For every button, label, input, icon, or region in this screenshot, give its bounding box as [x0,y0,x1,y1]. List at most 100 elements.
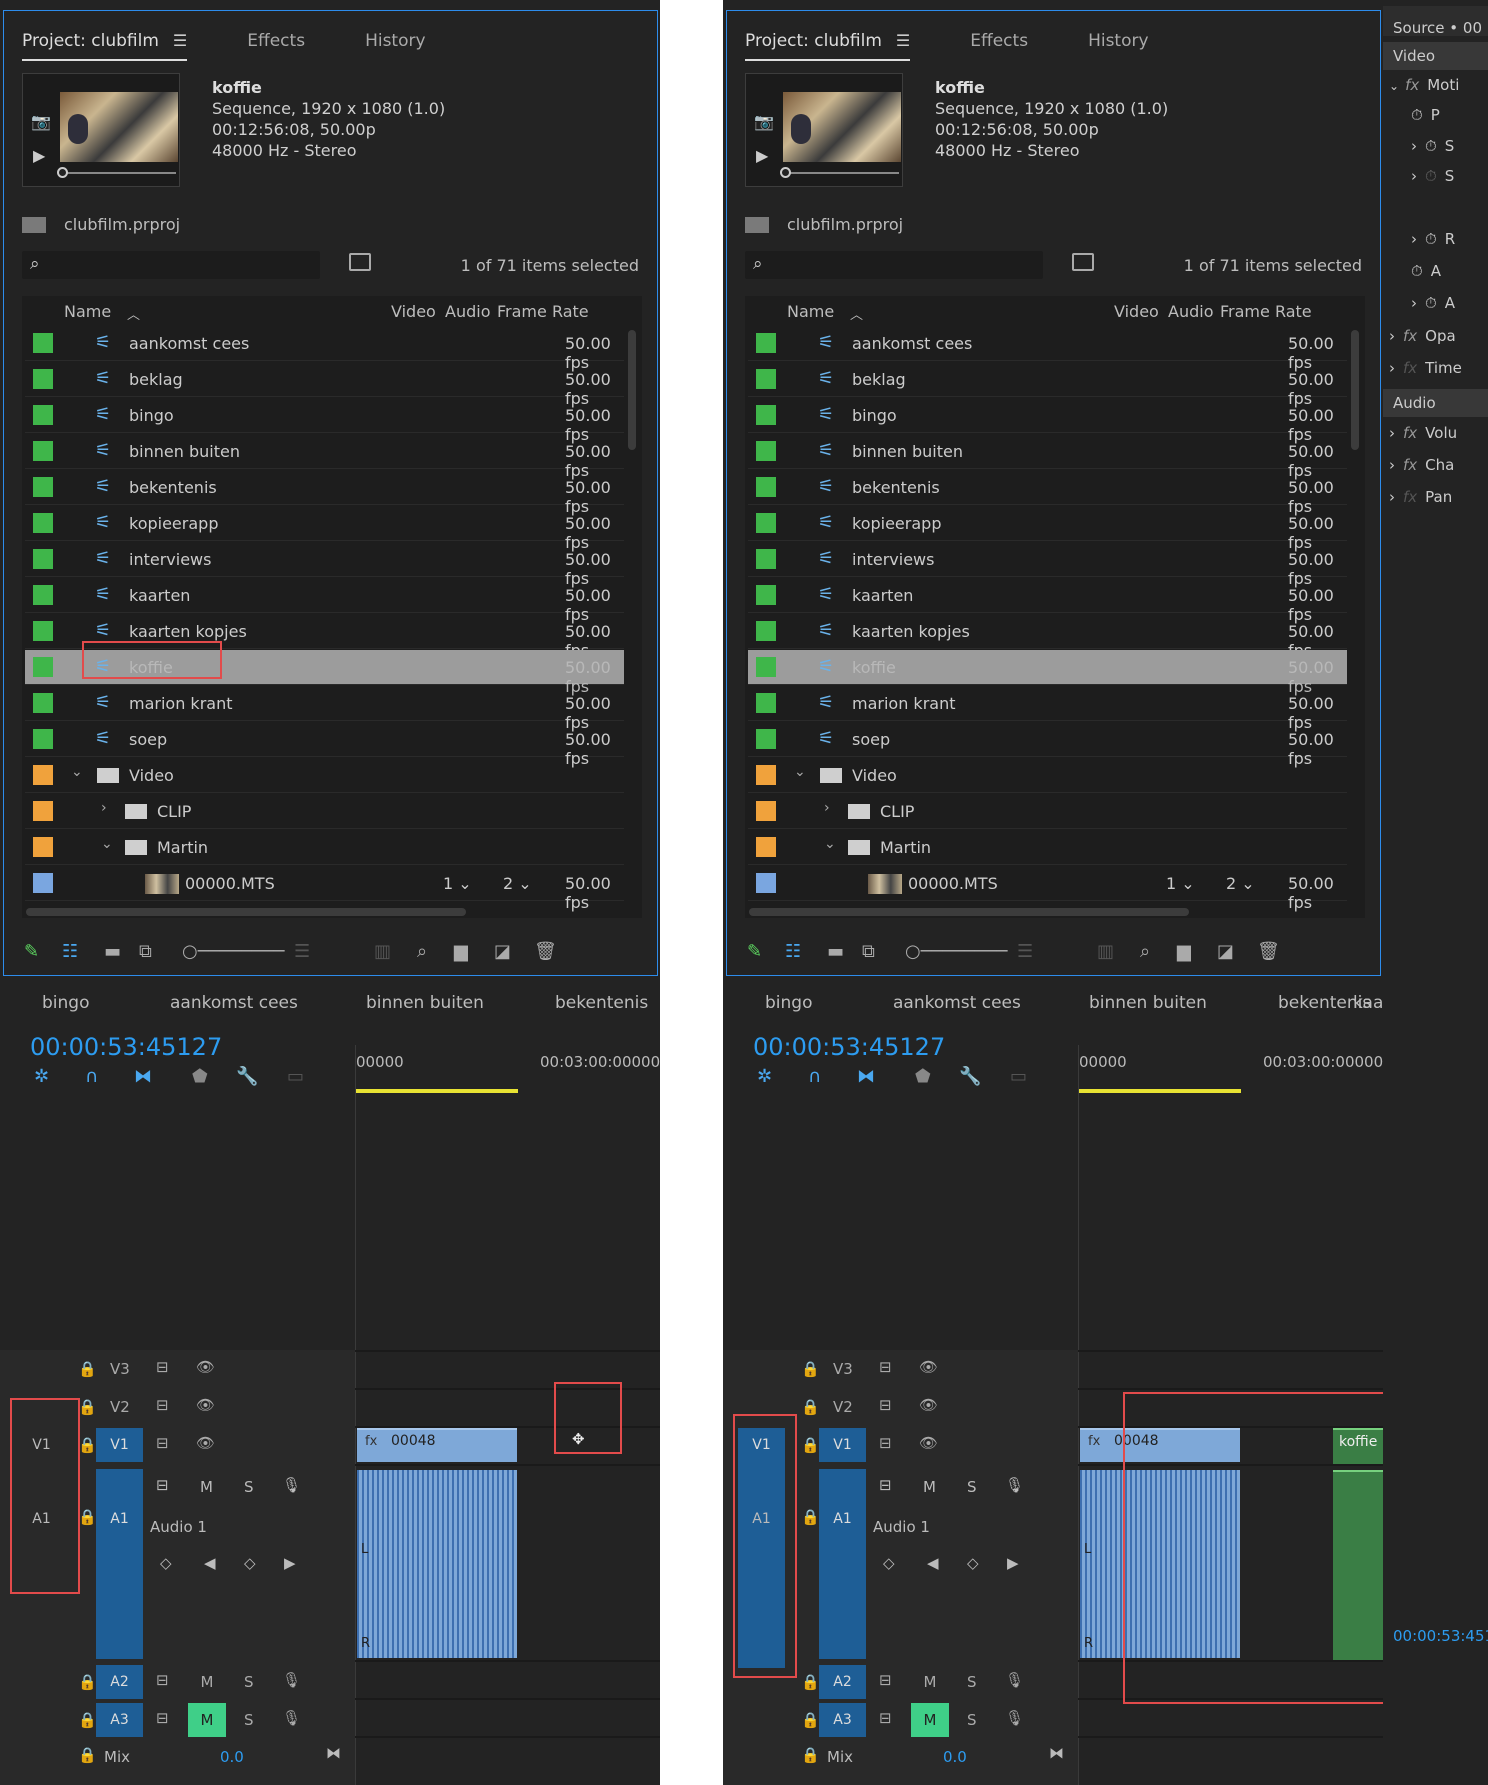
lock-icon[interactable]: 🔒 [801,1398,820,1416]
sync-lock-icon[interactable]: ⊟ [879,1358,892,1376]
label-color-swatch[interactable] [33,585,53,605]
list-item[interactable]: ⚟ marion krant 50.00 fps [748,686,1347,732]
microphone-icon[interactable]: 🎙 [282,1476,301,1494]
list-item[interactable]: ⚟ bingo 50.00 fps [748,398,1347,444]
chevron-right-icon[interactable]: › [101,800,107,816]
track-target-a1[interactable] [96,1469,143,1659]
label-color-swatch[interactable] [756,801,776,821]
label-color-swatch[interactable] [33,873,53,893]
label-color-swatch[interactable] [33,621,53,641]
sync-lock-icon[interactable]: ⊟ [156,1434,169,1452]
track-label[interactable]: V3 [833,1360,853,1378]
play-icon[interactable]: ▶ [756,146,768,165]
label-color-swatch[interactable] [756,585,776,605]
mix-volume[interactable]: 0.0 [220,1748,244,1766]
next-keyframe-icon[interactable]: ▶ [284,1554,296,1572]
linked-selection-icon[interactable]: ⧓ [857,1066,875,1087]
eye-icon[interactable]: 👁 [919,1358,938,1376]
col-frame-rate[interactable]: Frame Rate [1220,302,1312,321]
stopwatch-icon[interactable]: ⏱ [1411,106,1423,124]
effect-motion[interactable]: ⌄ fx Moti [1389,76,1459,94]
prev-keyframe-icon[interactable]: ◀ [927,1554,939,1572]
col-name[interactable]: Name [787,302,834,321]
freeform-view-icon[interactable]: ⧉ [139,941,152,962]
hamburger-menu-icon[interactable]: ☰ [173,31,187,50]
lock-icon[interactable]: 🔒 [78,1360,97,1378]
pencil-icon[interactable]: ✎ [747,941,762,962]
find-bin-icon[interactable] [349,253,371,271]
label-color-swatch[interactable] [756,333,776,353]
new-bin-icon[interactable]: ▆ [454,941,468,962]
sync-lock-icon[interactable]: ⊟ [879,1709,892,1727]
captions-icon[interactable]: ▭ [287,1066,304,1087]
effect-timecode[interactable]: 00:00:53:451 [1393,1627,1488,1645]
lock-icon[interactable]: 🔒 [78,1398,97,1416]
pencil-icon[interactable]: ✎ [24,941,39,962]
track-target-a2[interactable]: A2 [96,1665,143,1699]
lock-icon[interactable]: 🔒 [78,1673,97,1691]
list-item[interactable]: ⌄ Martin [25,830,624,865]
sync-lock-icon[interactable]: ⊟ [156,1671,169,1689]
mute-button[interactable]: M [188,1703,226,1737]
lock-icon[interactable]: 🔒 [78,1508,97,1526]
vertical-scrollbar[interactable] [628,330,636,450]
param-row[interactable]: › ⏱ R [1411,230,1455,248]
sort-icon[interactable]: ☰ [1017,941,1033,962]
thumbnail-scrubber-2[interactable] [784,172,899,174]
label-color-swatch[interactable] [756,405,776,425]
lock-icon[interactable]: 🔒 [801,1436,820,1454]
prev-keyframe-icon[interactable]: ◀ [204,1554,216,1572]
next-keyframe-icon[interactable]: ▶ [1007,1554,1019,1572]
list-item[interactable]: ⚟ kopieerapp 50.00 fps [748,506,1347,552]
track-label[interactable]: V3 [110,1360,130,1378]
chevron-down-icon[interactable]: ⌄ [101,836,113,852]
col-name[interactable]: Name [64,302,111,321]
eye-icon[interactable]: 👁 [196,1396,215,1414]
list-item[interactable]: ⚟ kopieerapp 50.00 fps [25,506,624,552]
tab-project-2[interactable]: Project: clubfilm ☰ [745,21,911,61]
label-color-swatch[interactable] [33,837,53,857]
param-row[interactable]: › ⏱ S [1411,137,1454,155]
lock-icon[interactable]: 🔒 [801,1360,820,1378]
marker-icon[interactable]: ⬟ [915,1066,931,1087]
list-item[interactable]: ⚟ marion krant 50.00 fps [25,686,624,732]
lock-icon[interactable]: 🔒 [78,1436,97,1454]
solo-button[interactable]: S [244,1478,254,1496]
list-item[interactable]: ⚟ binnen buiten 50.00 fps [25,434,624,480]
sync-lock-icon[interactable]: ⊟ [156,1396,169,1414]
stopwatch-icon[interactable]: ⏱ [1425,230,1437,248]
tab-history-2[interactable]: History [1088,21,1148,61]
label-color-swatch[interactable] [756,873,776,893]
param-row[interactable]: › ⏱ A [1411,294,1455,312]
new-item-icon[interactable]: ◪ [494,941,511,962]
scrubber-handle-2[interactable] [780,167,791,178]
label-color-swatch[interactable] [756,693,776,713]
list-item[interactable]: ⚟ beklag 50.00 fps [748,362,1347,408]
timeline-timecode[interactable]: 00:00:53:45127 [30,1033,222,1061]
label-color-swatch[interactable] [33,549,53,569]
track-target-a3[interactable]: A3 [96,1703,143,1737]
find-icon[interactable]: ⌕ [1140,941,1150,962]
add-keyframe-icon[interactable]: ◇ [967,1554,979,1572]
audio-tracks[interactable]: 2 ⌄ [503,874,532,893]
audio-tracks[interactable]: 2 ⌄ [1226,874,1255,893]
trash-icon[interactable]: 🗑 [1257,941,1280,962]
param-row[interactable]: ⏱ P [1411,106,1440,124]
automate-icon[interactable]: ▥ [1097,941,1114,962]
source-tab[interactable]: Source • 00 [1383,6,1488,37]
list-item[interactable]: ⚟ kaarten kopjes 50.00 fps [748,614,1347,660]
microphone-icon[interactable]: 🎙 [1005,1709,1024,1727]
hamburger-menu-icon[interactable]: ☰ [896,31,910,50]
col-video[interactable]: Video [391,302,436,321]
effect-time[interactable]: › fx Time [1389,359,1462,377]
go-to-edit-icon[interactable]: ⧓ [1049,1744,1064,1762]
label-color-swatch[interactable] [33,729,53,749]
new-item-icon[interactable]: ◪ [1217,941,1234,962]
list-view-icon[interactable]: ☷ [62,941,78,962]
track-target-v1[interactable]: V1 [96,1428,143,1462]
track-target-a2[interactable]: A2 [819,1665,866,1699]
video-tracks[interactable]: 1 ⌄ [443,874,472,893]
sort-ascending-icon[interactable]: ︿ [127,304,140,323]
solo-button[interactable]: S [244,1673,254,1691]
label-color-swatch[interactable] [756,765,776,785]
